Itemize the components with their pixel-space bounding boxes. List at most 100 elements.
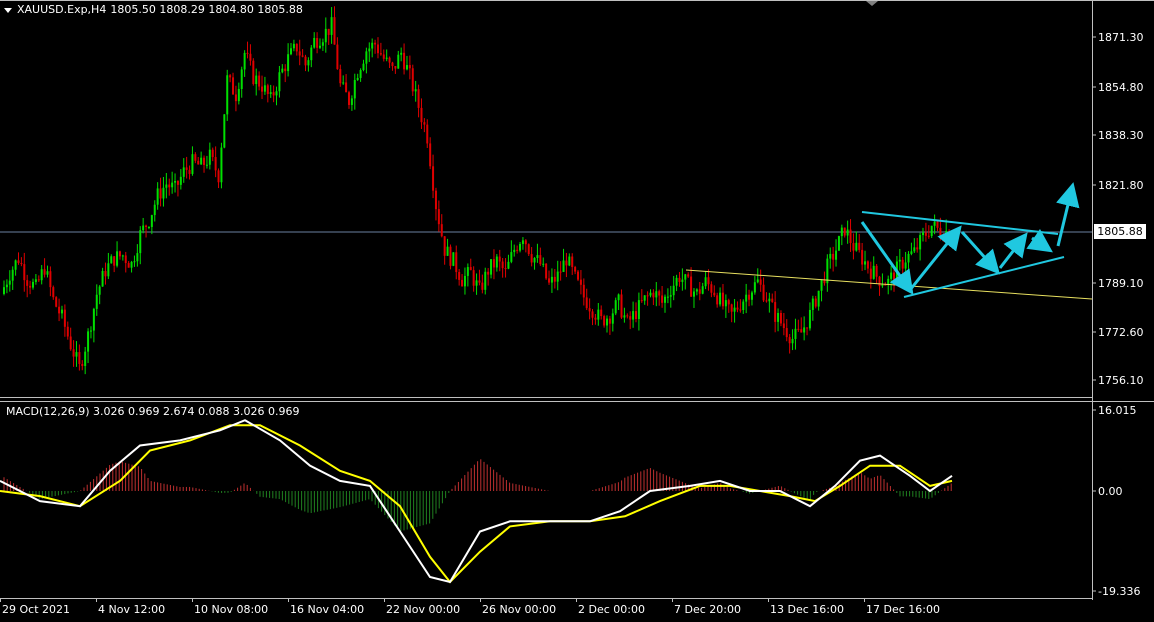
candle-body	[577, 271, 580, 280]
candle-body	[556, 271, 559, 282]
candle-body	[730, 304, 733, 312]
candle-body	[452, 252, 455, 266]
candle-body	[666, 296, 669, 298]
candle-body	[748, 294, 751, 300]
candle-body	[750, 292, 753, 300]
candle-body	[930, 225, 933, 236]
candle-body	[492, 259, 495, 268]
candle-body	[695, 289, 698, 292]
candle-body	[548, 278, 551, 283]
candle-body	[924, 232, 927, 236]
candle-body	[907, 253, 910, 263]
candle-body	[948, 231, 951, 239]
candle-body	[458, 272, 461, 280]
candle-body	[240, 69, 243, 89]
candle-body	[411, 68, 414, 92]
candle-body	[66, 326, 69, 337]
candle-body	[359, 70, 362, 78]
candle-body	[130, 261, 133, 268]
candle-body	[768, 298, 771, 302]
candle-body	[837, 236, 840, 251]
macd-main-line	[0, 419, 953, 584]
candle-body	[107, 263, 110, 277]
candle-body	[168, 184, 171, 188]
arrow-leg-5[interactable]	[1026, 228, 1053, 253]
trend-lines[interactable]	[685, 211, 1093, 300]
candle-body	[864, 261, 867, 265]
candle-body	[501, 261, 504, 269]
candle-body	[220, 147, 223, 183]
candle-body	[185, 167, 188, 170]
candle-body	[176, 180, 179, 185]
chart-canvas[interactable]: 1871.30 1854.80 1838.30 1821.80 1789.10 1772.…	[0, 0, 1154, 619]
candle-body	[116, 251, 119, 266]
time-axis-label: 4 Nov 12:00	[98, 603, 165, 616]
candle-body	[55, 297, 58, 307]
candle-body	[182, 167, 185, 177]
candle-body	[690, 276, 693, 297]
candle-body	[434, 190, 437, 210]
dropdown-triangle-icon[interactable]	[4, 7, 12, 13]
time-axis-label: 22 Nov 00:00	[386, 603, 460, 616]
candle-body	[855, 242, 858, 251]
candle-body	[913, 247, 916, 252]
candle-body	[17, 260, 20, 263]
chart-window[interactable]: 1871.30 1854.80 1838.30 1821.80 1789.10 1772.…	[0, 0, 1154, 619]
candle-body	[574, 267, 577, 272]
candle-body	[347, 92, 350, 105]
candle-body	[159, 188, 162, 199]
candle-body	[594, 317, 597, 320]
candle-body	[687, 274, 690, 277]
candle-body	[101, 270, 104, 287]
candle-body	[78, 352, 81, 364]
candle-body	[455, 252, 458, 273]
candle-body	[588, 308, 591, 312]
trendline-yellow-support[interactable]	[685, 269, 1093, 300]
candle-body	[945, 231, 948, 241]
candle-body	[249, 53, 252, 61]
candle-body	[443, 236, 446, 256]
candle-body	[60, 309, 63, 314]
candle-body	[774, 302, 777, 322]
candle-body	[629, 316, 632, 320]
candle-body	[785, 328, 788, 338]
candle-body	[663, 296, 666, 303]
candle-body	[826, 258, 829, 284]
candle-body	[58, 306, 61, 314]
candle-body	[449, 246, 452, 266]
candle-body	[104, 270, 107, 277]
macd-axis[interactable]: 16.015 0.00 -19.336	[1092, 404, 1140, 598]
arrow-leg-4[interactable]	[998, 232, 1028, 269]
candle-body	[884, 284, 887, 286]
price-axis[interactable]: 1871.30 1854.80 1838.30 1821.80 1789.10 1772.…	[1092, 31, 1144, 387]
candle-body	[197, 160, 200, 165]
arrow-leg-6[interactable]	[1056, 182, 1080, 247]
time-axis-label: 26 Nov 00:00	[482, 603, 556, 616]
macd-axis-label: 0.00	[1098, 485, 1123, 498]
candle-body	[545, 263, 548, 279]
candle-body	[579, 279, 582, 285]
candle-body	[875, 265, 878, 277]
open-value: 1805.50	[110, 3, 156, 16]
macd-axis-label: -19.336	[1098, 585, 1140, 598]
candle-body	[307, 60, 310, 66]
candle-body	[829, 253, 832, 259]
candle-body	[626, 315, 629, 317]
chart-shift-marker[interactable]	[866, 1, 878, 6]
candle-body	[345, 82, 348, 93]
candle-body	[817, 290, 820, 307]
candle-body	[472, 270, 475, 286]
candle-body	[692, 291, 695, 297]
candle-body	[849, 229, 852, 244]
candle-body	[675, 277, 678, 286]
arrow-leg-3[interactable]	[960, 230, 1001, 275]
candle-body	[330, 17, 333, 35]
time-axis[interactable]: 29 Oct 2021 4 Nov 12:00 10 Nov 08:00 16 Nov…	[0, 598, 940, 616]
time-axis-label: 13 Dec 16:00	[770, 603, 844, 616]
trendline-cyan-upper[interactable]	[861, 211, 1059, 235]
price-axis-label: 1821.80	[1098, 179, 1144, 192]
candle-body	[608, 318, 611, 324]
candle-body	[365, 51, 368, 64]
candle-body	[852, 243, 855, 251]
candle-body	[872, 265, 875, 279]
